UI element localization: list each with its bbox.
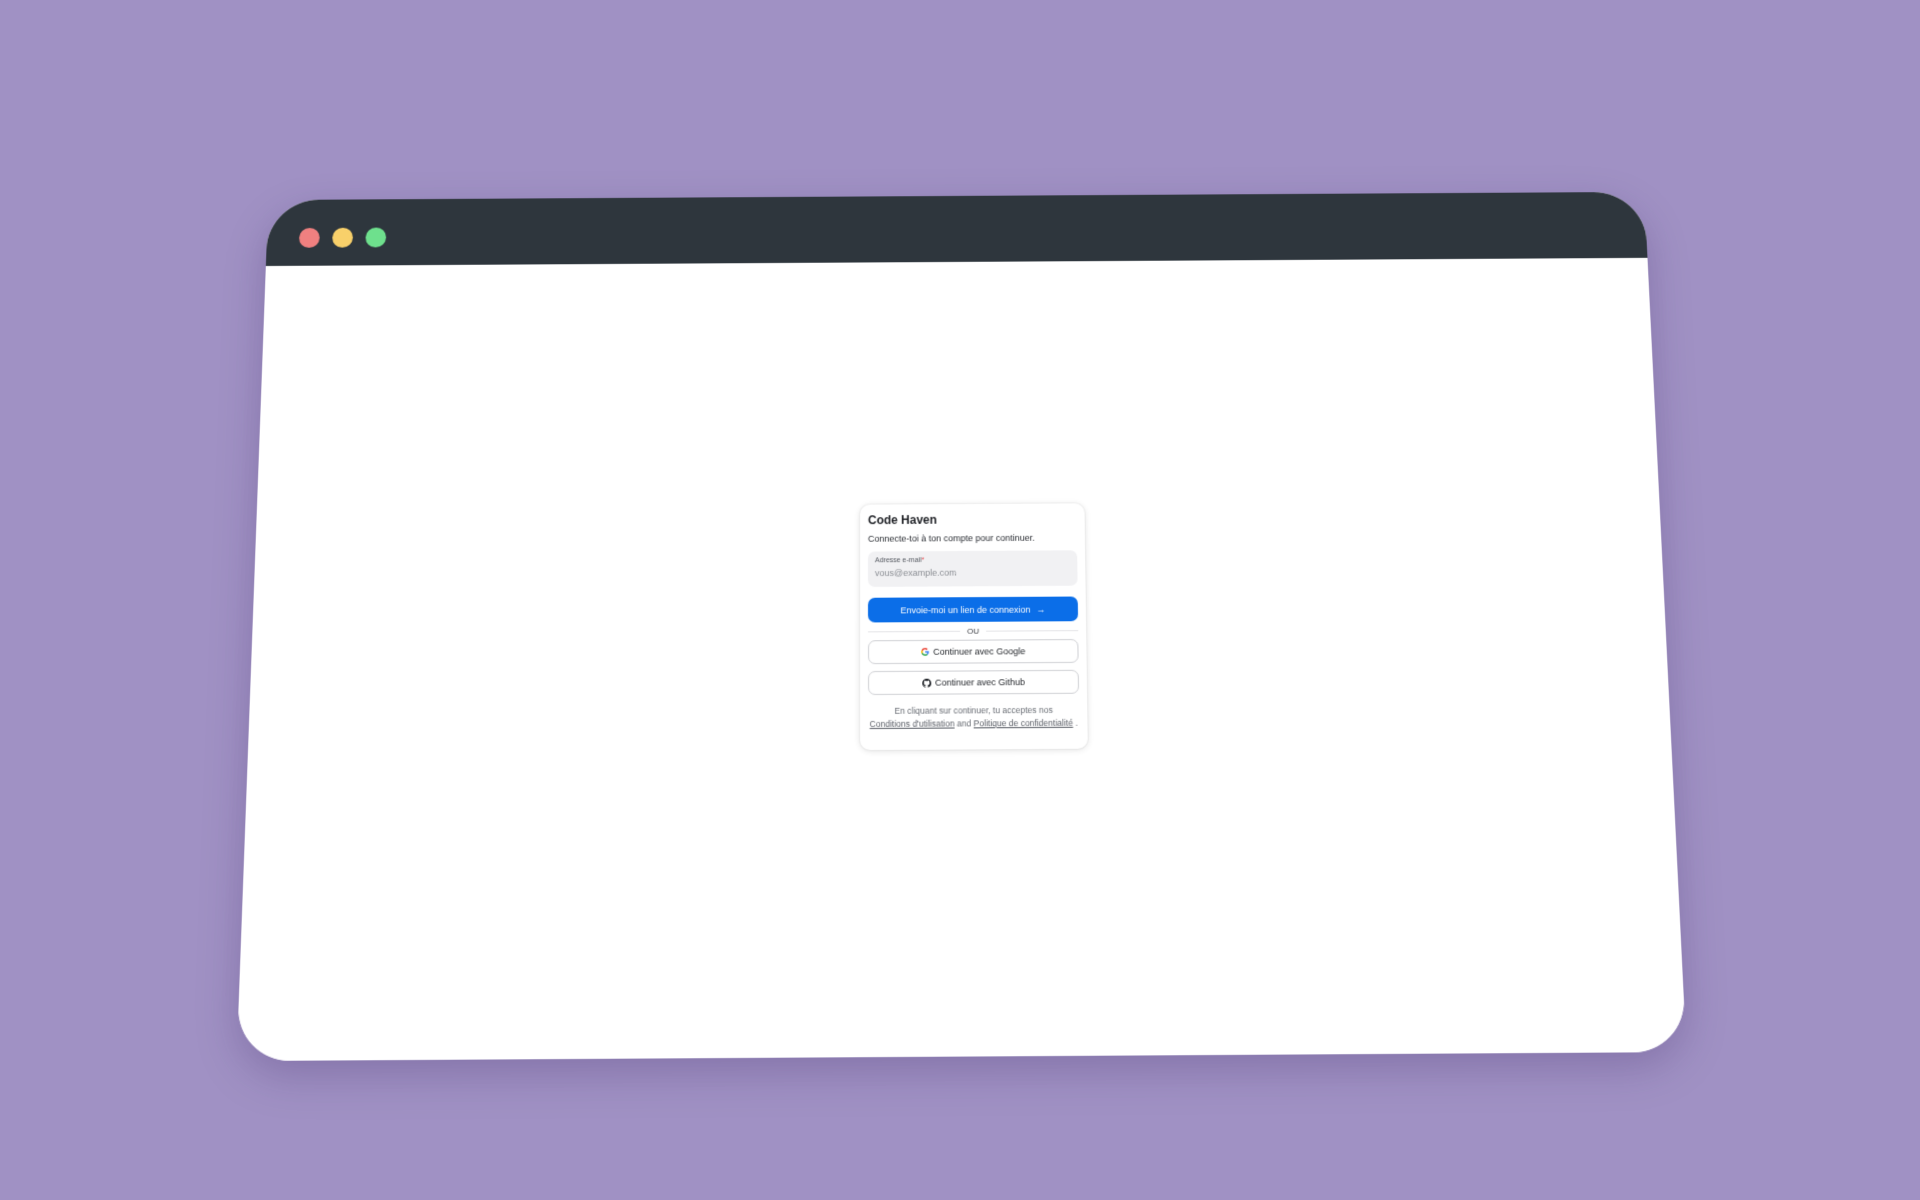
divider-line-left	[868, 630, 961, 633]
email-label-text: Adresse e-mail	[874, 557, 922, 565]
google-icon	[921, 647, 929, 656]
google-login-label: Continuer avec Google	[933, 646, 1026, 657]
google-login-button[interactable]: Continuer avec Google	[868, 639, 1079, 665]
legal-and: and	[956, 718, 972, 729]
github-login-label: Continuer avec Github	[935, 677, 1026, 688]
login-card: Code Haven Connecte-toi à ton compte pou…	[859, 503, 1088, 750]
required-mark: *	[921, 557, 925, 564]
privacy-link[interactable]: Politique de confidentialité	[974, 718, 1074, 729]
legal-notice: En cliquant sur continuer, tu acceptes n…	[868, 704, 1079, 731]
github-login-button[interactable]: Continuer avec Github	[868, 669, 1080, 696]
terms-link[interactable]: Conditions d'utilisation	[870, 718, 955, 729]
legal-suffix: .	[1075, 717, 1078, 728]
maximize-window-button[interactable]	[365, 227, 387, 248]
send-magic-link-label: Envoie-moi un lien de connexion	[900, 604, 1031, 615]
email-field[interactable]: Adresse e-mail*	[867, 550, 1078, 587]
browser-window: Code Haven Connecte-toi à ton compte pou…	[236, 191, 1687, 1062]
login-subtitle: Connecte-toi à ton compte pour continuer…	[867, 532, 1035, 544]
email-label: Adresse e-mail*	[875, 555, 1070, 565]
or-divider: OU	[868, 626, 1079, 636]
email-input[interactable]	[874, 567, 1071, 579]
send-magic-link-button[interactable]: Envoie-moi un lien de connexion →	[867, 596, 1079, 623]
desktop-background: Code Haven Connecte-toi à ton compte pou…	[0, 0, 1920, 1200]
close-window-button[interactable]	[298, 227, 320, 248]
divider-text: OU	[967, 626, 980, 636]
app-title: Code Haven	[867, 512, 937, 528]
minimize-window-button[interactable]	[332, 227, 354, 248]
divider-line-right	[986, 630, 1079, 632]
window-titlebar	[265, 191, 1648, 267]
arrow-right-icon: →	[1036, 604, 1046, 615]
legal-prefix: En cliquant sur continuer, tu acceptes n…	[894, 704, 1053, 716]
page-content: Code Haven Connecte-toi à ton compte pou…	[236, 257, 1687, 1062]
github-icon	[921, 678, 932, 687]
